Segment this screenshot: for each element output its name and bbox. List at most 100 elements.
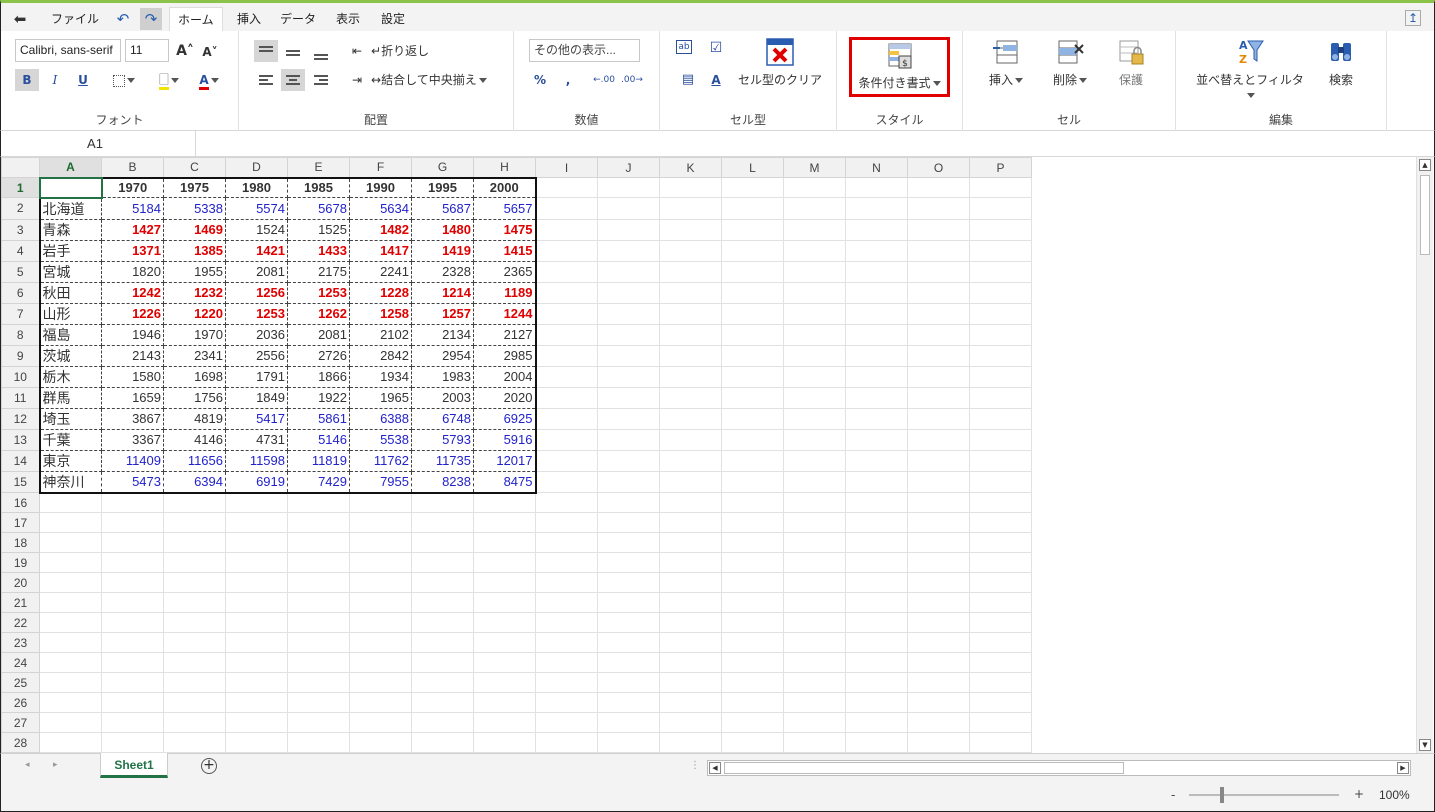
tab-settings[interactable]: 設定 xyxy=(373,7,413,31)
cell[interactable] xyxy=(349,512,412,533)
cell[interactable] xyxy=(535,732,598,753)
cell[interactable] xyxy=(907,323,970,346)
cell[interactable]: 1698 xyxy=(163,365,226,388)
cell[interactable] xyxy=(845,652,908,673)
cell[interactable] xyxy=(907,572,970,593)
cell[interactable] xyxy=(721,652,784,673)
cell[interactable]: 5417 xyxy=(225,407,288,430)
font-name-select[interactable]: Calibri, sans-serif xyxy=(15,39,121,62)
percent-button[interactable]: % xyxy=(528,69,552,91)
cell[interactable] xyxy=(845,197,908,220)
cell[interactable]: 11656 xyxy=(163,449,226,472)
column-header-c[interactable]: C xyxy=(163,157,226,178)
cell[interactable] xyxy=(783,732,846,753)
zoom-level[interactable]: 100% xyxy=(1379,788,1410,802)
cell[interactable] xyxy=(783,407,846,430)
cell[interactable]: 4819 xyxy=(163,407,226,430)
cell[interactable] xyxy=(473,512,536,533)
cell[interactable] xyxy=(597,449,660,472)
cell[interactable] xyxy=(287,692,350,713)
cell[interactable] xyxy=(721,712,784,733)
font-color-button[interactable]: A xyxy=(191,69,227,91)
cell[interactable] xyxy=(535,218,598,241)
cell[interactable] xyxy=(659,572,722,593)
cell[interactable] xyxy=(287,552,350,573)
cell[interactable] xyxy=(473,632,536,653)
cell[interactable]: 2143 xyxy=(101,344,164,367)
name-box[interactable]: A1 xyxy=(1,131,196,156)
cell[interactable] xyxy=(287,672,350,693)
cell[interactable] xyxy=(473,692,536,713)
cell[interactable] xyxy=(101,672,164,693)
cell[interactable]: 2985 xyxy=(473,344,537,367)
cell[interactable] xyxy=(101,552,164,573)
cell[interactable]: 1385 xyxy=(163,239,226,262)
sort-filter-button[interactable]: A Z 並べ替えとフィルタ xyxy=(1194,37,1306,102)
column-header-e[interactable]: E xyxy=(287,157,350,178)
cell[interactable]: 1480 xyxy=(411,218,474,241)
find-button[interactable]: 検索 xyxy=(1316,37,1366,88)
row-header[interactable]: 22 xyxy=(1,612,40,633)
cell[interactable]: 5634 xyxy=(349,197,412,220)
protect-button[interactable]: 保護 xyxy=(1109,37,1153,88)
cell[interactable] xyxy=(783,281,846,304)
cell[interactable] xyxy=(721,344,784,367)
cell[interactable] xyxy=(163,632,226,653)
cell[interactable] xyxy=(101,572,164,593)
cell[interactable] xyxy=(969,532,1032,553)
horizontal-scrollbar[interactable]: ◀ ▶ xyxy=(707,760,1411,776)
bold-button[interactable]: B xyxy=(15,69,39,91)
row-header[interactable]: 6 xyxy=(1,281,40,304)
cell[interactable] xyxy=(163,552,226,573)
cell[interactable]: 1980 xyxy=(225,176,288,198)
cell[interactable] xyxy=(597,218,660,241)
cell[interactable] xyxy=(783,552,846,573)
cell[interactable] xyxy=(163,512,226,533)
cell[interactable]: 1258 xyxy=(349,302,412,325)
cell[interactable] xyxy=(845,732,908,753)
cell[interactable]: 5678 xyxy=(287,197,350,220)
cell[interactable] xyxy=(597,592,660,613)
cell[interactable]: 1232 xyxy=(163,281,226,304)
cell[interactable] xyxy=(721,260,784,283)
cell[interactable]: 東京 xyxy=(38,449,102,472)
cell[interactable] xyxy=(783,344,846,367)
cell[interactable]: 1524 xyxy=(225,218,288,241)
cell[interactable] xyxy=(535,407,598,430)
cell[interactable] xyxy=(783,386,846,409)
clear-celltype-button[interactable]: セル型のクリア xyxy=(730,37,830,88)
cell[interactable] xyxy=(349,552,412,573)
cell[interactable] xyxy=(101,692,164,713)
align-bottom-button[interactable] xyxy=(309,40,333,62)
cell[interactable] xyxy=(535,552,598,573)
cell[interactable] xyxy=(659,344,722,367)
cell[interactable] xyxy=(659,428,722,451)
column-header-a[interactable]: A xyxy=(39,157,102,179)
cell[interactable] xyxy=(845,672,908,693)
cell[interactable]: 5146 xyxy=(287,428,350,451)
cell[interactable] xyxy=(969,197,1032,220)
cell[interactable] xyxy=(659,612,722,633)
cell[interactable] xyxy=(969,239,1032,262)
cell[interactable] xyxy=(349,492,412,513)
cell[interactable] xyxy=(721,281,784,304)
cell[interactable] xyxy=(969,302,1032,325)
cell[interactable]: 1257 xyxy=(411,302,474,325)
cell[interactable] xyxy=(597,323,660,346)
cell[interactable]: 7955 xyxy=(349,470,412,494)
cell[interactable] xyxy=(907,449,970,472)
cell[interactable] xyxy=(39,652,102,673)
cell[interactable] xyxy=(597,512,660,533)
cell[interactable] xyxy=(287,512,350,533)
cell[interactable] xyxy=(597,552,660,573)
cell[interactable]: 5184 xyxy=(101,197,164,220)
cell[interactable] xyxy=(101,532,164,553)
cell[interactable] xyxy=(721,407,784,430)
cell[interactable] xyxy=(969,386,1032,409)
cell[interactable] xyxy=(721,632,784,653)
cell[interactable] xyxy=(535,692,598,713)
cell[interactable] xyxy=(907,512,970,533)
cell[interactable] xyxy=(287,712,350,733)
cell[interactable] xyxy=(659,512,722,533)
cell[interactable] xyxy=(659,532,722,553)
